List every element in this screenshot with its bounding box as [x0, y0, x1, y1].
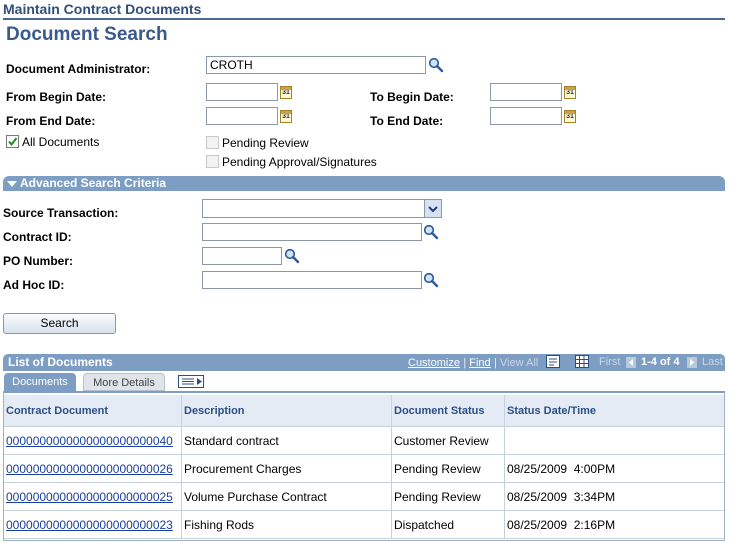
source-transaction-select[interactable] — [202, 199, 442, 218]
lookup-icon[interactable] — [423, 272, 439, 288]
pending-review-checkbox[interactable] — [206, 136, 219, 149]
customize-link[interactable]: Customize — [408, 357, 460, 369]
grid-title: List of Documents — [8, 355, 113, 369]
contract-document-link[interactable]: 0000000000000000000000026 — [6, 462, 173, 476]
search-button[interactable]: Search — [3, 313, 116, 334]
grid-icon[interactable] — [575, 355, 589, 368]
page-header-title: Maintain Contract Documents — [3, 1, 202, 17]
contract-document-link[interactable]: 0000000000000000000000040 — [6, 434, 173, 448]
find-link[interactable]: Find — [469, 357, 490, 369]
calendar-icon[interactable]: 31 — [280, 86, 292, 99]
show-all-columns-icon[interactable] — [178, 375, 204, 388]
calendar-icon[interactable]: 31 — [564, 110, 576, 123]
page-header: Maintain Contract Documents — [3, 1, 725, 20]
from-end-date-input[interactable] — [206, 107, 278, 125]
description-cell: Standard contract — [182, 427, 392, 454]
ad-hoc-id-input[interactable] — [202, 271, 422, 289]
first-link[interactable]: First — [599, 354, 620, 371]
lookup-icon[interactable] — [428, 57, 444, 73]
to-begin-date-input[interactable] — [490, 83, 562, 101]
advanced-search-title: Advanced Search Criteria — [20, 176, 167, 190]
tab-documents[interactable]: Documents — [4, 373, 76, 391]
pending-approval-label: Pending Approval/Signatures — [222, 155, 377, 169]
table-row: 0000000000000000000000025 Volume Purchas… — [4, 483, 724, 511]
download-icon[interactable] — [546, 355, 560, 368]
from-end-date-label: From End Date: — [6, 114, 96, 128]
source-transaction-label: Source Transaction: — [3, 206, 119, 220]
status-date-cell — [505, 427, 724, 454]
calendar-icon[interactable]: 31 — [564, 86, 576, 99]
column-header-contract-document[interactable]: Contract Document — [4, 395, 182, 426]
table-row: 0000000000000000000000040 Standard contr… — [4, 427, 724, 455]
pending-approval-checkbox[interactable] — [206, 155, 219, 168]
contract-document-link[interactable]: 0000000000000000000000025 — [6, 490, 173, 504]
table-row: 0000000000000000000000023 Fishing Rods D… — [4, 511, 724, 539]
description-cell: Procurement Charges — [182, 455, 392, 482]
next-arrow-icon[interactable] — [687, 357, 697, 368]
advanced-search-header[interactable]: Advanced Search Criteria — [3, 176, 725, 191]
column-header-document-status[interactable]: Document Status — [392, 395, 505, 426]
calendar-icon[interactable]: 31 — [280, 110, 292, 123]
status-cell: Pending Review — [392, 455, 505, 482]
to-begin-date-label: To Begin Date: — [370, 90, 454, 104]
admin-input[interactable]: CROTH — [206, 56, 426, 74]
status-date-cell: 08/25/2009 2:16PM — [507, 517, 616, 532]
last-link[interactable]: Last — [702, 354, 723, 371]
contract-document-link[interactable]: 0000000000000000000000023 — [6, 518, 173, 532]
collapse-arrow-icon — [7, 181, 17, 187]
from-begin-date-input[interactable] — [206, 83, 278, 101]
po-number-label: PO Number: — [3, 254, 74, 268]
from-begin-date-label: From Begin Date: — [6, 90, 107, 104]
description-cell: Fishing Rods — [182, 511, 392, 538]
po-number-input[interactable] — [202, 247, 282, 265]
description-cell: Volume Purchase Contract — [182, 483, 392, 510]
checkmark-icon — [8, 137, 18, 147]
pending-review-label: Pending Review — [222, 136, 309, 150]
contract-id-label: Contract ID: — [3, 230, 72, 244]
all-documents-label: All Documents — [22, 135, 100, 149]
status-cell: Pending Review — [392, 483, 505, 510]
page-range: 1-4 of 4 — [641, 356, 680, 368]
to-end-date-label: To End Date: — [370, 114, 444, 128]
ad-hoc-id-label: Ad Hoc ID: — [3, 278, 65, 292]
status-cell: Customer Review — [392, 427, 505, 454]
all-documents-checkbox[interactable] — [6, 135, 19, 148]
lookup-icon[interactable] — [284, 248, 300, 264]
contract-id-input[interactable] — [202, 223, 422, 241]
column-header-status-date[interactable]: Status Date/Time — [505, 395, 724, 426]
documents-grid: Contract Document Description Document S… — [3, 391, 725, 541]
status-cell: Dispatched — [392, 511, 505, 538]
page-title: Document Search — [6, 24, 168, 45]
documents-grid-header: List of Documents Customize | Find | Vie… — [3, 354, 725, 371]
status-date-cell: 08/25/2009 3:34PM — [507, 489, 616, 504]
admin-label: Document Administrator: — [6, 62, 151, 76]
lookup-icon[interactable] — [423, 224, 439, 240]
dropdown-arrow-icon[interactable] — [424, 200, 441, 217]
grid-header-row: Contract Document Description Document S… — [4, 395, 724, 427]
to-end-date-input[interactable] — [490, 107, 562, 125]
column-header-description[interactable]: Description — [182, 395, 392, 426]
view-all-link[interactable]: View All — [500, 357, 538, 369]
tab-more-details[interactable]: More Details — [83, 373, 165, 391]
prev-arrow-icon[interactable] — [626, 357, 636, 368]
table-row: 0000000000000000000000026 Procurement Ch… — [4, 455, 724, 483]
status-date-cell: 08/25/2009 4:00PM — [507, 461, 616, 476]
